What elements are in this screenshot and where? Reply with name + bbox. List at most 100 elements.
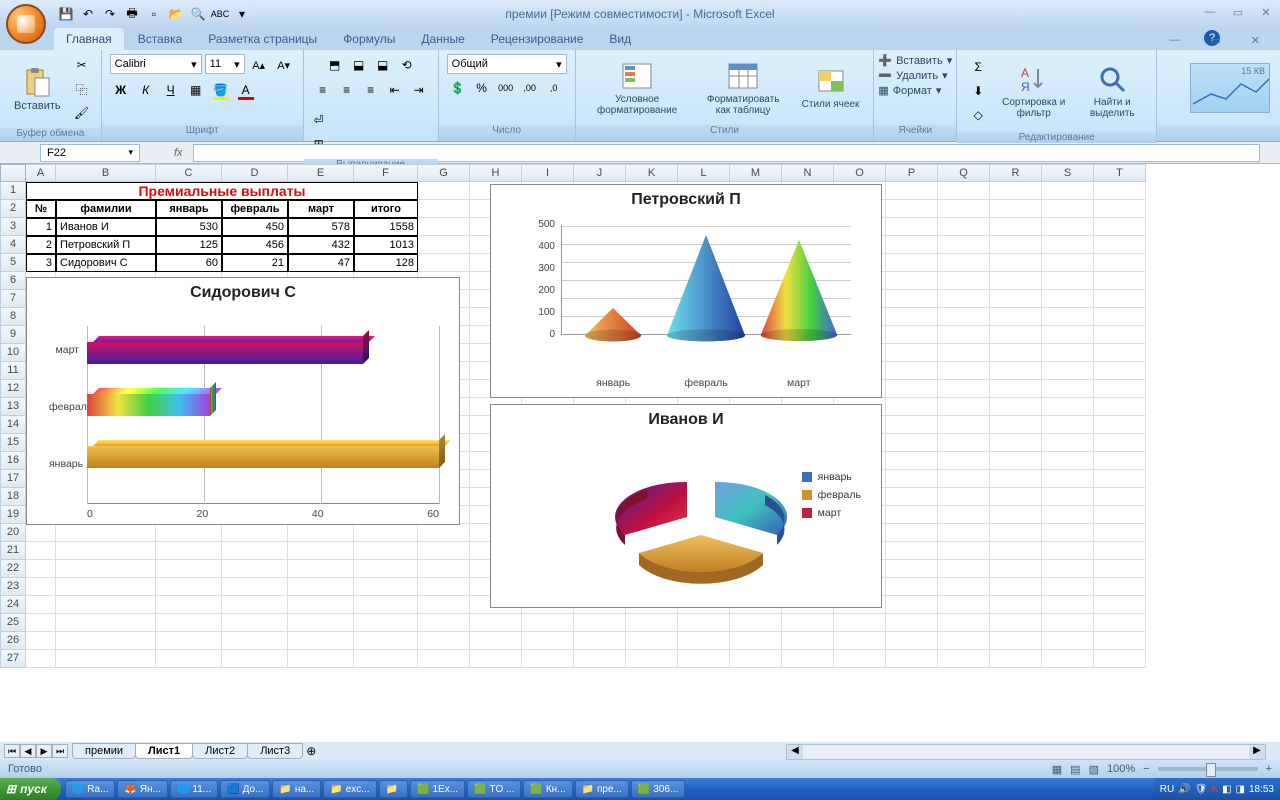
row-header[interactable]: 14 <box>0 416 26 434</box>
cell[interactable] <box>288 596 354 614</box>
cell[interactable] <box>938 290 990 308</box>
cell[interactable] <box>938 326 990 344</box>
cell[interactable] <box>418 578 470 596</box>
cell[interactable] <box>886 632 938 650</box>
cell[interactable] <box>354 632 418 650</box>
print-icon[interactable]: 🖶 <box>124 6 140 22</box>
qat-menu-icon[interactable]: ▾ <box>234 6 250 22</box>
cell[interactable] <box>1042 488 1094 506</box>
indent-dec-icon[interactable]: ⇤ <box>384 79 406 101</box>
lang-indicator[interactable]: RU <box>1160 784 1174 795</box>
bottom-align-icon[interactable]: ⬓ <box>372 54 394 76</box>
format-painter-icon[interactable]: 🖌 <box>71 102 93 124</box>
col-header[interactable]: S <box>1042 164 1094 182</box>
cell[interactable] <box>1094 344 1146 362</box>
row-header[interactable]: 10 <box>0 344 26 362</box>
zoom-value[interactable]: 100% <box>1107 763 1135 775</box>
cell[interactable] <box>1042 578 1094 596</box>
col-header[interactable]: R <box>990 164 1042 182</box>
cell[interactable] <box>1094 596 1146 614</box>
cell[interactable] <box>418 182 470 200</box>
cell[interactable] <box>354 596 418 614</box>
col-header[interactable]: Q <box>938 164 990 182</box>
cell[interactable] <box>288 614 354 632</box>
cell[interactable] <box>938 470 990 488</box>
tab-layout[interactable]: Разметка страницы <box>196 28 329 50</box>
cell[interactable] <box>26 578 56 596</box>
cell[interactable] <box>470 650 522 668</box>
sheet-tab[interactable]: Лист3 <box>247 743 303 759</box>
cell[interactable] <box>222 542 288 560</box>
row-header[interactable]: 18 <box>0 488 26 506</box>
orientation-icon[interactable]: ⟲ <box>396 54 418 76</box>
cell[interactable] <box>26 596 56 614</box>
cell[interactable] <box>938 272 990 290</box>
col-header[interactable]: E <box>288 164 354 182</box>
cell[interactable] <box>938 596 990 614</box>
shrink-font-icon[interactable]: A▾ <box>273 54 295 76</box>
col-header[interactable]: D <box>222 164 288 182</box>
taskbar-item[interactable]: 🟦До... <box>220 780 270 798</box>
cell[interactable] <box>418 254 470 272</box>
cut-icon[interactable]: ✂ <box>71 54 93 76</box>
cell[interactable] <box>886 182 938 200</box>
cell[interactable] <box>938 380 990 398</box>
sheet-last-icon[interactable]: ⏭ <box>52 744 68 758</box>
cell[interactable] <box>990 200 1042 218</box>
tab-review[interactable]: Рецензирование <box>479 28 596 50</box>
cell[interactable]: 450 <box>222 218 288 236</box>
cell-styles-button[interactable]: Стили ячеек <box>796 63 866 112</box>
font-size-combo[interactable]: 11▾ <box>205 54 245 74</box>
cell[interactable] <box>1042 632 1094 650</box>
cell[interactable] <box>470 614 522 632</box>
tray-icon[interactable]: 🛡 <box>1195 784 1208 795</box>
cell[interactable] <box>938 578 990 596</box>
cell[interactable] <box>1042 416 1094 434</box>
cell[interactable] <box>886 524 938 542</box>
cell[interactable] <box>938 488 990 506</box>
cell[interactable] <box>1094 632 1146 650</box>
zoom-slider[interactable] <box>1158 767 1258 771</box>
cell[interactable] <box>222 578 288 596</box>
cell[interactable]: фамилии <box>56 200 156 218</box>
cell[interactable] <box>938 344 990 362</box>
cell[interactable]: 1013 <box>354 236 418 254</box>
row-header[interactable]: 26 <box>0 632 26 650</box>
tab-data[interactable]: Данные <box>409 28 476 50</box>
cell[interactable]: 21 <box>222 254 288 272</box>
cell[interactable] <box>990 578 1042 596</box>
cell[interactable] <box>574 614 626 632</box>
cell[interactable] <box>156 560 222 578</box>
row-header[interactable]: 9 <box>0 326 26 344</box>
grow-font-icon[interactable]: A▴ <box>248 54 270 76</box>
underline-icon[interactable]: Ч <box>160 79 182 101</box>
cell[interactable] <box>1094 434 1146 452</box>
cell[interactable] <box>990 290 1042 308</box>
cell[interactable] <box>1094 506 1146 524</box>
cell[interactable] <box>938 218 990 236</box>
row-header[interactable]: 4 <box>0 236 26 254</box>
cells-format-button[interactable]: ▦Формат▾ <box>878 84 941 97</box>
sheet-tab[interactable]: Лист2 <box>192 743 248 759</box>
cell[interactable] <box>56 596 156 614</box>
cell[interactable]: 530 <box>156 218 222 236</box>
col-header[interactable]: J <box>574 164 626 182</box>
clear-icon[interactable]: ◇ <box>967 104 989 126</box>
cell[interactable]: № <box>26 200 56 218</box>
view-layout-icon[interactable]: ▤ <box>1070 763 1080 776</box>
cell[interactable] <box>886 236 938 254</box>
wrap-text-icon[interactable]: ⏎ <box>308 109 330 131</box>
cell[interactable] <box>886 650 938 668</box>
cell[interactable] <box>1042 596 1094 614</box>
cell[interactable]: итого <box>354 200 418 218</box>
row-header[interactable]: 11 <box>0 362 26 380</box>
name-box[interactable]: F22▾ <box>40 144 140 162</box>
row-header[interactable]: 7 <box>0 290 26 308</box>
cell[interactable] <box>938 650 990 668</box>
cell[interactable] <box>56 542 156 560</box>
select-all-corner[interactable] <box>0 164 26 182</box>
align-center-icon[interactable]: ≡ <box>336 79 358 101</box>
row-header[interactable]: 22 <box>0 560 26 578</box>
cell[interactable] <box>1094 308 1146 326</box>
close-icon[interactable]: ✕ <box>1256 6 1276 22</box>
